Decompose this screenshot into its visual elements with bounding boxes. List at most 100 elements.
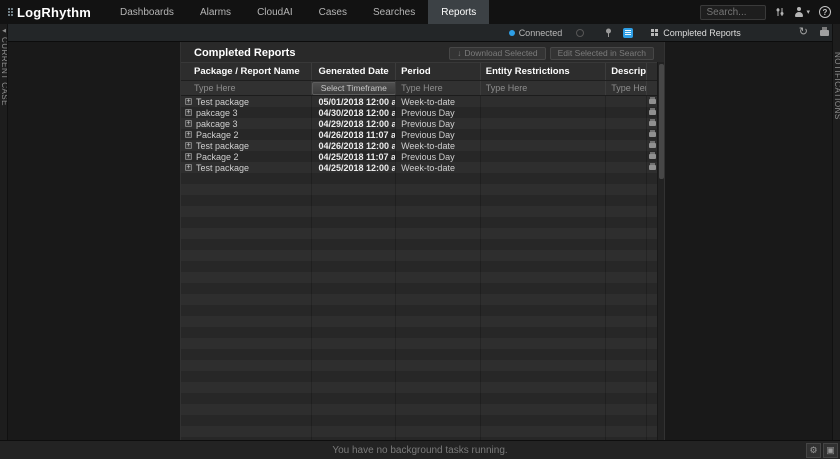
user-menu[interactable]: ▾ [794,7,810,17]
caret-down-icon: ▾ [806,8,810,16]
tab-reports[interactable]: Reports [428,0,489,24]
main-nav-tabs: Dashboards Alarms CloudAI Cases Searches… [107,0,489,24]
panel-header: Completed Reports ↓ Download Selected Ed… [181,42,664,62]
search-input[interactable] [700,5,766,20]
expand-row-icon[interactable]: + [185,153,192,160]
period-cell: Week-to-date [401,141,455,151]
secondary-status-icon[interactable] [576,29,584,37]
filter-row: Type Here Select Timeframe Type Here Typ… [181,80,657,96]
package-name-cell: Test package [196,97,249,107]
filter-entity-restrictions[interactable]: Type Here [481,81,606,95]
logrhythm-logo: LogRhythm [0,5,107,20]
status-bar: You have no background tasks running. ⚙ … [0,440,840,459]
gear-icon[interactable]: ⚙ [806,443,821,458]
dock-panel-icon[interactable]: ▣ [823,443,838,458]
package-name-cell: Test package [196,163,249,173]
table-body: + Test package 05/01/2018 12:00 am Week-… [181,96,657,440]
download-selected-label: Download Selected [464,48,537,58]
notifications-label: NOTIFICATIONS [833,52,840,120]
table-row-empty [181,173,657,184]
expand-row-icon[interactable]: + [185,109,192,116]
table-row-empty [181,217,657,228]
table-row[interactable]: + Package 2 04/25/2018 11:07 am Previous… [181,151,657,162]
expand-row-icon[interactable]: + [185,164,192,171]
pin-icon[interactable] [604,28,613,38]
table-row-empty [181,382,657,393]
table-row[interactable]: + Test package 04/25/2018 12:00 am Week-… [181,162,657,173]
print-report-icon[interactable] [649,132,656,137]
table-row-empty [181,184,657,195]
sliders-icon[interactable] [775,7,785,17]
completed-reports-panel: Completed Reports ↓ Download Selected Ed… [180,42,665,440]
print-report-icon[interactable] [649,154,656,159]
table-row-empty [181,404,657,415]
table-row[interactable]: + pakcage 3 04/29/2018 12:00 am Previous… [181,118,657,129]
filter-description[interactable]: Type Here [606,81,647,95]
print-icon[interactable] [820,30,829,36]
panel-actions: ↓ Download Selected Edit Selected in Sea… [449,47,654,60]
column-header-period[interactable]: Period [396,63,481,80]
expand-row-icon[interactable]: + [185,98,192,105]
tab-cloudai[interactable]: CloudAI [244,0,306,24]
filter-package-name[interactable]: Type Here [181,81,312,95]
column-header-description[interactable]: Description [606,63,647,80]
edit-selected-in-search-button[interactable]: Edit Selected in Search [550,47,654,60]
table-row[interactable]: + Test package 04/26/2018 12:00 am Week-… [181,140,657,151]
generated-date-cell: 04/30/2018 12:00 am [318,108,396,118]
vertical-scrollbar[interactable] [657,62,664,440]
logrhythm-mark-icon [8,8,13,16]
column-header-generated-date[interactable]: Generated Date [312,63,396,80]
filter-period[interactable]: Type Here [396,81,481,95]
package-name-cell: Test package [196,141,249,151]
table-row-empty [181,371,657,382]
panel-title: Completed Reports [194,47,295,59]
help-icon[interactable]: ? [819,6,831,18]
connected-label: Connected [519,28,563,38]
expand-row-icon[interactable]: + [185,142,192,149]
package-name-cell: Package 2 [196,130,239,140]
status-bar-tiles: ⚙ ▣ [806,443,838,458]
table-row-empty [181,261,657,272]
table-row-empty [181,360,657,371]
table-row-empty [181,316,657,327]
tab-cases[interactable]: Cases [306,0,360,24]
print-report-icon[interactable] [649,110,656,115]
reports-table: Package / Report Name Generated Date Per… [181,62,657,440]
table-row[interactable]: + Test package 05/01/2018 12:00 am Week-… [181,96,657,107]
table-row[interactable]: + Package 2 04/26/2018 11:07 am Previous… [181,129,657,140]
download-icon: ↓ [457,48,461,58]
table-row-empty [181,327,657,338]
current-case-label: CURRENT CASE [0,37,8,106]
notifications-drawer[interactable]: NOTIFICATIONS [832,24,840,440]
print-report-icon[interactable] [649,121,656,126]
current-case-drawer[interactable]: ◀ CURRENT CASE [0,24,8,440]
column-header-package-name[interactable]: Package / Report Name [181,63,312,80]
refresh-icon[interactable]: ↻ [799,27,808,38]
period-cell: Week-to-date [401,97,455,107]
view-selector[interactable]: Completed Reports [651,28,741,38]
select-timeframe-button[interactable]: Select Timeframe [312,82,395,95]
grid-view-icon [651,29,658,36]
download-selected-button[interactable]: ↓ Download Selected [449,47,546,60]
tab-dashboards[interactable]: Dashboards [107,0,187,24]
tab-alarms[interactable]: Alarms [187,0,244,24]
table-row-empty [181,294,657,305]
table-row[interactable]: + pakcage 3 04/30/2018 12:00 am Previous… [181,107,657,118]
print-report-icon[interactable] [649,165,656,170]
collapse-drawer-icon[interactable]: ◀ [0,26,8,36]
expand-row-icon[interactable]: + [185,120,192,127]
tab-searches[interactable]: Searches [360,0,428,24]
table-row-empty [181,305,657,316]
expand-row-icon[interactable]: + [185,131,192,138]
scrollbar-thumb[interactable] [659,64,664,179]
column-header-entity-restrictions[interactable]: Entity Restrictions [481,63,606,80]
period-cell: Week-to-date [401,163,455,173]
connected-dot-icon [509,30,515,36]
print-report-icon[interactable] [649,143,656,148]
table-row-empty [181,349,657,360]
table-row-empty [181,206,657,217]
table-row-empty [181,272,657,283]
package-name-cell: pakcage 3 [196,119,238,129]
print-report-icon[interactable] [649,99,656,104]
popout-view-icon[interactable] [623,28,633,38]
